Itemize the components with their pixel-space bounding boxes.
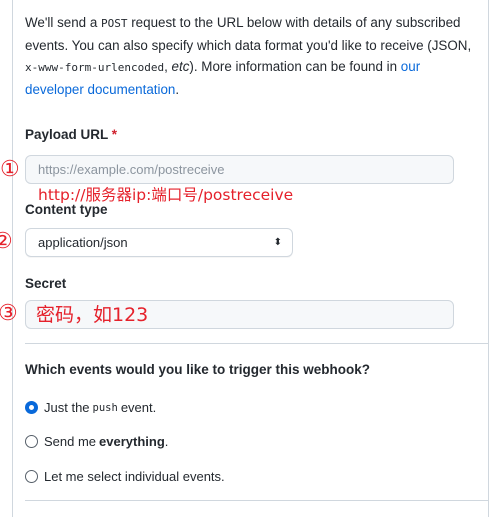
radio-unchecked-icon[interactable] bbox=[25, 470, 38, 483]
radio-label: Just the bbox=[44, 400, 90, 415]
intro-code-format: x-www-form-urlencoded bbox=[25, 61, 165, 74]
intro-text: ). More information can be found in bbox=[189, 59, 401, 74]
secret-label: Secret bbox=[25, 276, 67, 291]
content-type-label: Content type bbox=[25, 202, 108, 217]
radio-checked-icon[interactable] bbox=[25, 401, 38, 414]
annotation-number-3: ③ bbox=[0, 301, 18, 326]
payload-url-label: Payload URL * bbox=[25, 127, 117, 142]
radio-label: . bbox=[164, 434, 169, 449]
content-type-selected: application/json bbox=[38, 235, 128, 250]
webhook-intro-text: We'll send a POST request to the URL bel… bbox=[25, 12, 473, 100]
annotation-number-2: ② bbox=[0, 229, 13, 254]
section-divider bbox=[25, 500, 489, 501]
radio-label-bold: everything bbox=[99, 434, 165, 449]
payload-url-field[interactable] bbox=[25, 155, 454, 184]
annotation-number-1: ① bbox=[0, 157, 20, 182]
annotation-secret-hint: 密码，如123 bbox=[36, 304, 149, 326]
payload-url-input[interactable] bbox=[26, 156, 453, 183]
panel-left-border bbox=[12, 0, 13, 517]
radio-label: Let me select individual events. bbox=[44, 469, 225, 484]
radio-option-individual[interactable]: Let me select individual events. bbox=[25, 469, 225, 484]
section-divider bbox=[25, 343, 489, 344]
intro-text: We'll send a bbox=[25, 15, 101, 30]
radio-label-code: push bbox=[92, 401, 118, 414]
events-question: Which events would you like to trigger t… bbox=[25, 362, 371, 377]
intro-code-post: POST bbox=[101, 17, 128, 30]
radio-unchecked-icon[interactable] bbox=[25, 435, 38, 448]
radio-label: Send me bbox=[44, 434, 97, 449]
intro-text: . bbox=[175, 81, 180, 97]
intro-etc: etc bbox=[171, 59, 190, 74]
content-type-select[interactable]: application/json ⬍ bbox=[25, 228, 293, 257]
radio-option-push[interactable]: Just the push event. bbox=[25, 400, 156, 415]
radio-label: event. bbox=[120, 400, 157, 415]
radio-option-everything[interactable]: Send me everything. bbox=[25, 434, 168, 449]
required-mark: * bbox=[111, 127, 118, 142]
intro-text: , bbox=[164, 59, 172, 74]
chevron-up-down-icon: ⬍ bbox=[273, 237, 282, 248]
payload-url-label-text: Payload URL bbox=[25, 127, 109, 142]
